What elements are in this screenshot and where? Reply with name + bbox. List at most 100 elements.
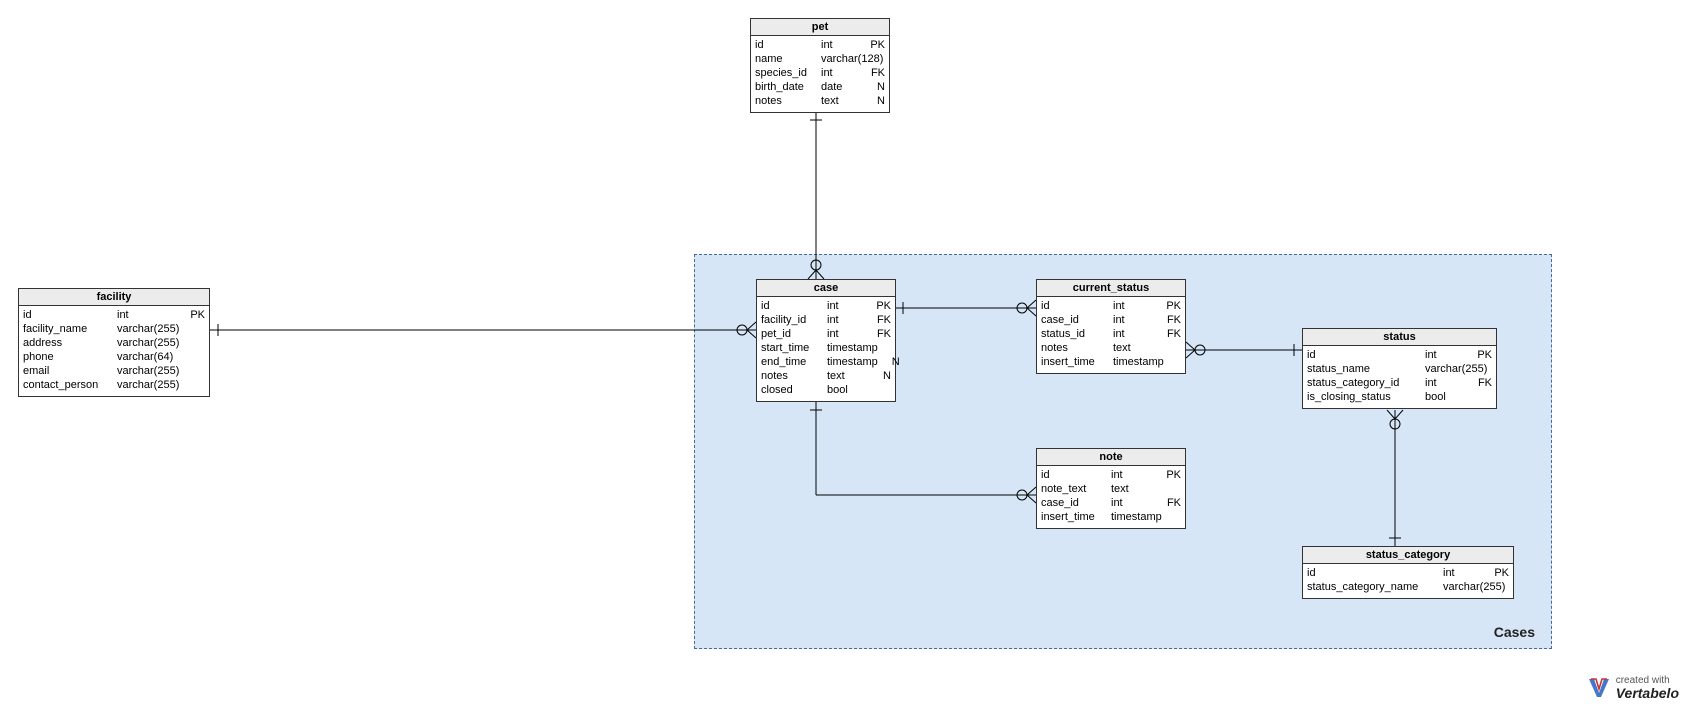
column-row: birth_datedateN <box>755 80 885 94</box>
entity-pet[interactable]: pet idintPKnamevarchar(128)species_idint… <box>750 18 890 113</box>
column-row: namevarchar(128) <box>755 52 885 66</box>
column-name: birth_date <box>755 80 813 94</box>
column-flag: PK <box>863 38 885 52</box>
column-type: varchar(255) <box>1435 580 1505 594</box>
column-name: end_time <box>761 355 819 369</box>
column-row: notestextN <box>761 369 891 383</box>
column-row: end_timetimestampN <box>761 355 891 369</box>
column-type: int <box>813 66 863 80</box>
column-type: int <box>1103 468 1159 482</box>
entity-facility[interactable]: facility idintPKfacility_namevarchar(255… <box>18 288 210 397</box>
column-name: insert_time <box>1041 355 1105 369</box>
column-type: int <box>1417 376 1470 390</box>
entity-note-body: idintPKnote_texttextcase_idintFKinsert_t… <box>1037 466 1185 528</box>
column-flag: N <box>878 355 900 369</box>
entity-status-title: status <box>1303 329 1496 346</box>
column-name: id <box>1307 566 1435 580</box>
column-name: status_category_name <box>1307 580 1435 594</box>
column-row: idintPK <box>755 38 885 52</box>
column-flag: FK <box>869 313 891 327</box>
column-flag <box>183 350 205 364</box>
column-name: note_text <box>1041 482 1103 496</box>
column-type: bool <box>1417 390 1470 404</box>
column-flag: PK <box>1159 299 1181 313</box>
column-type: varchar(255) <box>109 336 183 350</box>
entity-current-status-body: idintPKcase_idintFKstatus_idintFKnoteste… <box>1037 297 1185 373</box>
column-name: facility_name <box>23 322 109 336</box>
column-name: phone <box>23 350 109 364</box>
column-name: id <box>1041 299 1105 313</box>
entity-pet-title: pet <box>751 19 889 36</box>
column-type: varchar(255) <box>109 322 183 336</box>
column-name: closed <box>761 383 819 397</box>
column-row: idintPK <box>1307 348 1492 362</box>
entity-status-category-body: idintPKstatus_category_namevarchar(255) <box>1303 564 1513 598</box>
column-row: closedbool <box>761 383 891 397</box>
column-name: id <box>755 38 813 52</box>
entity-facility-body: idintPKfacility_namevarchar(255)addressv… <box>19 306 209 396</box>
column-type: int <box>1105 313 1159 327</box>
entity-case-title: case <box>757 280 895 297</box>
column-flag: PK <box>869 299 891 313</box>
entity-note[interactable]: note idintPKnote_texttextcase_idintFKins… <box>1036 448 1186 529</box>
column-name: name <box>755 52 813 66</box>
column-row: insert_timetimestamp <box>1041 510 1181 524</box>
column-name: id <box>1041 468 1103 482</box>
column-name: id <box>761 299 819 313</box>
entity-status[interactable]: status idintPKstatus_namevarchar(255)sta… <box>1302 328 1497 409</box>
column-name: notes <box>755 94 813 108</box>
column-row: facility_idintFK <box>761 313 891 327</box>
watermark-brand: Vertabelo <box>1616 686 1679 700</box>
column-type: date <box>813 80 863 94</box>
column-name: contact_person <box>23 378 109 392</box>
entity-facility-title: facility <box>19 289 209 306</box>
column-flag <box>183 322 205 336</box>
column-flag: FK <box>1470 376 1492 390</box>
column-row: idintPK <box>1041 468 1181 482</box>
column-name: facility_id <box>761 313 819 327</box>
watermark: created with Vertabelo <box>1588 676 1679 700</box>
column-type: timestamp <box>1105 355 1164 369</box>
vertabelo-logo-icon <box>1588 677 1610 700</box>
column-name: id <box>23 308 109 322</box>
column-type: int <box>1105 299 1159 313</box>
column-flag <box>183 378 205 392</box>
column-type: int <box>819 327 869 341</box>
column-type: varchar(64) <box>109 350 183 364</box>
rel-facility-case <box>210 322 756 338</box>
column-row: contact_personvarchar(255) <box>23 378 205 392</box>
column-row: notestext <box>1041 341 1181 355</box>
entity-case[interactable]: case idintPKfacility_idintFKpet_idintFKs… <box>756 279 896 402</box>
column-row: insert_timetimestamp <box>1041 355 1181 369</box>
entity-current-status[interactable]: current_status idintPKcase_idintFKstatus… <box>1036 279 1186 374</box>
column-row: emailvarchar(255) <box>23 364 205 378</box>
column-type: text <box>1103 482 1159 496</box>
entity-status-category[interactable]: status_category idintPKstatus_category_n… <box>1302 546 1514 599</box>
column-row: case_idintFK <box>1041 313 1181 327</box>
column-row: idintPK <box>1041 299 1181 313</box>
entity-note-title: note <box>1037 449 1185 466</box>
column-flag: PK <box>183 308 205 322</box>
column-row: status_category_idintFK <box>1307 376 1492 390</box>
column-flag <box>1487 362 1509 376</box>
column-name: email <box>23 364 109 378</box>
column-type: int <box>1105 327 1159 341</box>
column-row: idintPK <box>23 308 205 322</box>
entity-status-body: idintPKstatus_namevarchar(255)status_cat… <box>1303 346 1496 408</box>
column-name: notes <box>761 369 819 383</box>
column-name: is_closing_status <box>1307 390 1417 404</box>
column-row: note_texttext <box>1041 482 1181 496</box>
column-flag <box>1505 580 1527 594</box>
column-flag: PK <box>1159 468 1181 482</box>
column-flag <box>869 383 891 397</box>
column-flag: N <box>863 94 885 108</box>
column-type: text <box>1105 341 1159 355</box>
entity-status-category-title: status_category <box>1303 547 1513 564</box>
column-type: varchar(128) <box>813 52 883 66</box>
column-row: species_idintFK <box>755 66 885 80</box>
column-type: int <box>819 299 869 313</box>
column-type: varchar(255) <box>109 378 183 392</box>
column-name: start_time <box>761 341 819 355</box>
column-row: idintPK <box>761 299 891 313</box>
column-row: status_idintFK <box>1041 327 1181 341</box>
